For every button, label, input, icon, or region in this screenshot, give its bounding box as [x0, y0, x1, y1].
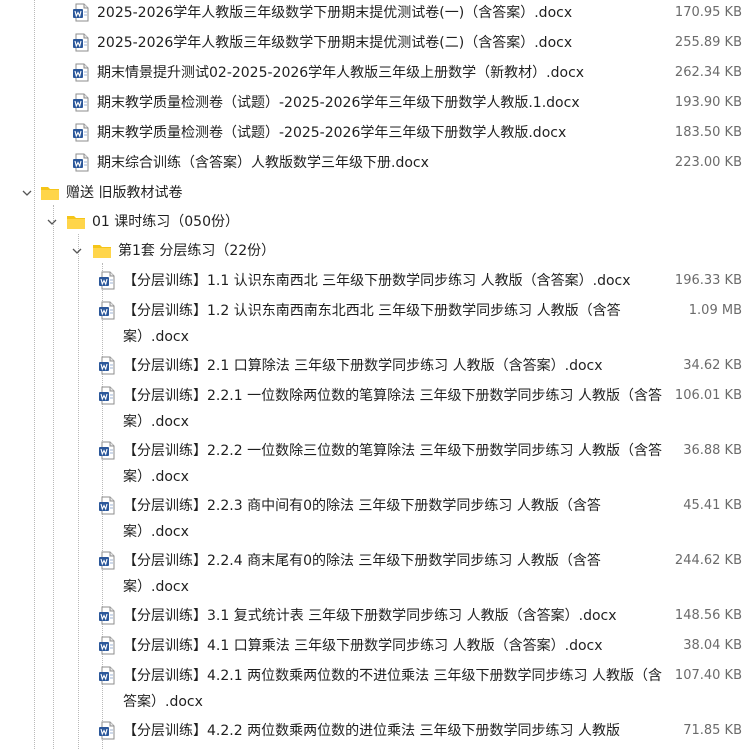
file-name: 【分层训练】4.1 口算乘法 三年级下册数学同步练习 人教版（含答案）.docx [123, 638, 603, 654]
word-document-icon [98, 496, 116, 515]
file-size: 1.09 MB [688, 303, 742, 318]
file-name: 期末综合训练（含答案）人教版数学三年级下册.docx [97, 155, 429, 171]
file-size: 244.62 KB [674, 553, 742, 568]
file-row[interactable]: 【分层训练】4.2.1 两位数乘两位数的不进位乘法 三年级下册数学同步练习 人教… [0, 663, 754, 715]
file-row[interactable]: 2025-2026学年人教版三年级数学下册期末提优测试卷(二)（含答案）.doc… [0, 30, 754, 56]
word-document-icon [72, 63, 90, 82]
file-row[interactable]: 期末情景提升测试02-2025-2026学年人教版三年级上册数学（新教材）.do… [0, 60, 754, 86]
file-row[interactable]: 【分层训练】1.2 认识东南西南东北西北 三年级下册数学同步练习 人教版（含答案… [0, 298, 754, 350]
file-name: 【分层训练】4.2.2 两位数乘两位数的进位乘法 三年级下册数学同步练习 人教版 [123, 723, 620, 739]
file-name: 【分层训练】1.1 认识东南西北 三年级下册数学同步练习 人教版（含答案）.do… [123, 273, 631, 289]
file-row[interactable]: 【分层训练】3.1 复式统计表 三年级下册数学同步练习 人教版（含答案）.doc… [0, 603, 754, 629]
folder-icon [66, 214, 86, 230]
chevron-down-icon[interactable] [20, 186, 34, 200]
file-row[interactable]: 【分层训练】1.1 认识东南西北 三年级下册数学同步练习 人教版（含答案）.do… [0, 268, 754, 294]
file-row[interactable]: 【分层训练】2.2.2 一位数除三位数的笔算除法 三年级下册数学同步练习 人教版… [0, 438, 754, 490]
file-row[interactable]: 【分层训练】4.1 口算乘法 三年级下册数学同步练习 人教版（含答案）.docx… [0, 633, 754, 659]
folder-row[interactable]: 赠送 旧版教材试卷 [0, 180, 754, 206]
word-document-icon [72, 93, 90, 112]
file-size: 196.33 KB [674, 273, 742, 288]
folder-icon [40, 185, 60, 201]
file-size: 106.01 KB [674, 388, 742, 403]
file-row[interactable]: 期末教学质量检测卷（试题）-2025-2026学年三年级下册数学人教版.docx… [0, 120, 754, 146]
file-row[interactable]: 期末教学质量检测卷（试题）-2025-2026学年三年级下册数学人教版.1.do… [0, 90, 754, 116]
chevron-down-icon[interactable] [45, 215, 59, 229]
word-document-icon [98, 441, 116, 460]
file-size: 36.88 KB [683, 443, 742, 458]
file-row[interactable]: 【分层训练】2.2.3 商中间有0的除法 三年级下册数学同步练习 人教版（含答案… [0, 493, 754, 545]
file-row[interactable]: 【分层训练】2.1 口算除法 三年级下册数学同步练习 人教版（含答案）.docx… [0, 353, 754, 379]
file-size: 262.34 KB [674, 65, 742, 80]
file-row[interactable]: 期末综合训练（含答案）人教版数学三年级下册.docx 223.00 KB [0, 150, 754, 176]
word-document-icon [72, 123, 90, 142]
file-name: 【分层训练】3.1 复式统计表 三年级下册数学同步练习 人教版（含答案）.doc… [123, 608, 617, 624]
file-size: 107.40 KB [674, 668, 742, 683]
file-row[interactable]: 2025-2026学年人教版三年级数学下册期末提优测试卷(一)（含答案）.doc… [0, 0, 754, 26]
file-name: 期末教学质量检测卷（试题）-2025-2026学年三年级下册数学人教版.docx [97, 125, 567, 141]
word-document-icon [72, 3, 90, 22]
word-document-icon [72, 33, 90, 52]
file-size: 183.50 KB [674, 125, 742, 140]
file-row[interactable]: 【分层训练】4.2.2 两位数乘两位数的进位乘法 三年级下册数学同步练习 人教版… [0, 718, 754, 744]
folder-icon [92, 243, 112, 259]
file-size: 193.90 KB [674, 95, 742, 110]
file-name: 【分层训练】2.1 口算除法 三年级下册数学同步练习 人教版（含答案）.docx [123, 358, 603, 374]
word-document-icon [72, 153, 90, 172]
file-name: 2025-2026学年人教版三年级数学下册期末提优测试卷(一)（含答案）.doc… [97, 5, 573, 21]
word-document-icon [98, 386, 116, 405]
word-document-icon [98, 606, 116, 625]
chevron-down-icon[interactable] [70, 244, 84, 258]
word-document-icon [98, 271, 116, 290]
file-name: 期末情景提升测试02-2025-2026学年人教版三年级上册数学（新教材）.do… [97, 65, 585, 81]
file-name: 2025-2026学年人教版三年级数学下册期末提优测试卷(二)（含答案）.doc… [97, 35, 573, 51]
file-name: 期末教学质量检测卷（试题）-2025-2026学年三年级下册数学人教版.1.do… [97, 95, 580, 111]
file-size: 38.04 KB [683, 638, 742, 653]
file-name: 【分层训练】4.2.1 两位数乘两位数的不进位乘法 三年级下册数学同步练习 人教… [123, 668, 662, 710]
file-size: 255.89 KB [674, 35, 742, 50]
file-size: 170.95 KB [674, 5, 742, 20]
folder-row[interactable]: 01 课时练习（050份） [0, 209, 754, 235]
file-name: 【分层训练】1.2 认识东南西南东北西北 三年级下册数学同步练习 人教版（含答案… [123, 303, 621, 345]
file-row[interactable]: 【分层训练】2.2.1 一位数除两位数的笔算除法 三年级下册数学同步练习 人教版… [0, 383, 754, 435]
word-document-icon [98, 356, 116, 375]
word-document-icon [98, 636, 116, 655]
file-size: 71.85 KB [683, 723, 742, 738]
word-document-icon [98, 551, 116, 570]
file-name: 【分层训练】2.2.3 商中间有0的除法 三年级下册数学同步练习 人教版（含答案… [123, 498, 601, 540]
file-tree: 2025-2026学年人教版三年级数学下册期末提优测试卷(一)（含答案）.doc… [0, 0, 754, 749]
file-row[interactable]: 【分层训练】2.2.4 商末尾有0的除法 三年级下册数学同步练习 人教版（含答案… [0, 548, 754, 600]
file-size: 148.56 KB [674, 608, 742, 623]
file-size: 34.62 KB [683, 358, 742, 373]
file-size: 45.41 KB [683, 498, 742, 513]
folder-row[interactable]: 第1套 分层练习（22份） [0, 238, 754, 264]
file-size: 223.00 KB [674, 155, 742, 170]
word-document-icon [98, 301, 116, 320]
folder-name: 第1套 分层练习（22份） [118, 243, 276, 259]
folder-name: 01 课时练习（050份） [92, 214, 239, 230]
file-name: 【分层训练】2.2.4 商末尾有0的除法 三年级下册数学同步练习 人教版（含答案… [123, 553, 601, 595]
word-document-icon [98, 721, 116, 740]
word-document-icon [98, 666, 116, 685]
folder-name: 赠送 旧版教材试卷 [66, 185, 183, 201]
file-name: 【分层训练】2.2.2 一位数除三位数的笔算除法 三年级下册数学同步练习 人教版… [123, 443, 662, 485]
file-name: 【分层训练】2.2.1 一位数除两位数的笔算除法 三年级下册数学同步练习 人教版… [123, 388, 662, 430]
